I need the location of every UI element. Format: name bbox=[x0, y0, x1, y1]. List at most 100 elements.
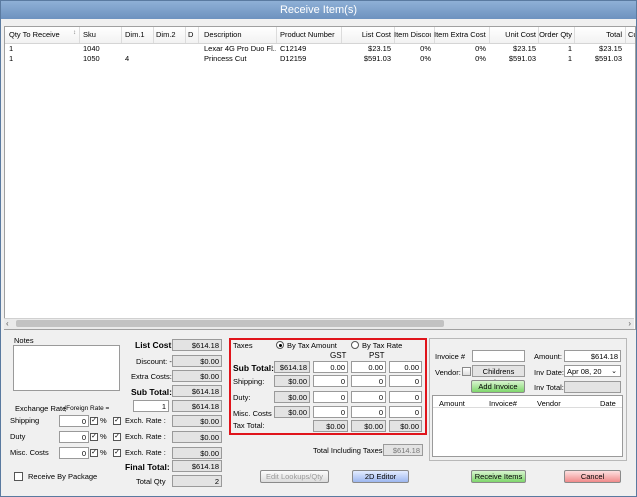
shipping-input[interactable]: 0 bbox=[59, 415, 89, 427]
invoice-col-amount[interactable]: Amount bbox=[439, 399, 465, 408]
total-incl-taxes-value: $614.18 bbox=[383, 444, 423, 456]
col-list-cost[interactable]: List Cost bbox=[341, 30, 391, 39]
duty-exch-checkbox[interactable]: ✓ bbox=[113, 433, 121, 441]
receive-by-package-checkbox[interactable] bbox=[14, 472, 23, 481]
by-tax-rate-label: By Tax Rate bbox=[362, 341, 403, 350]
tax-shipping-gst-input[interactable]: 0 bbox=[313, 375, 348, 387]
scroll-thumb[interactable] bbox=[16, 320, 444, 327]
col-qty-to-receive[interactable]: Qty To Receive bbox=[9, 30, 69, 39]
items-grid[interactable]: Qty To Receive ↕ Sku Dim.1 Dim.2 D Descr… bbox=[4, 26, 636, 330]
tax-subtotal-other-input[interactable]: 0.00 bbox=[389, 361, 422, 373]
edit-lookups-button[interactable]: Edit Lookups/Qty bbox=[260, 470, 329, 483]
tax-total-pst: $0.00 bbox=[351, 420, 386, 432]
sort-icon: ↕ bbox=[73, 30, 76, 36]
col-item-extra-costs[interactable]: Item Extra Costs bbox=[434, 30, 486, 39]
horizontal-scrollbar[interactable]: ‹ › bbox=[4, 318, 634, 329]
notes-label: Notes bbox=[14, 336, 34, 345]
col-sku[interactable]: Sku bbox=[83, 30, 121, 39]
tax-misc-base: $0.00 bbox=[274, 406, 310, 418]
taxes-label: Taxes bbox=[233, 341, 253, 350]
notes-textarea[interactable] bbox=[13, 345, 120, 391]
receive-items-button[interactable]: Receive Items bbox=[471, 470, 526, 483]
shipping-label: Shipping bbox=[10, 416, 40, 425]
invoice-col-vendor[interactable]: Vendor bbox=[537, 399, 561, 408]
extra-costs-value: $0.00 bbox=[172, 370, 222, 382]
tax-duty-label: Duty: bbox=[233, 393, 251, 402]
2d-editor-button[interactable]: 2D Editor bbox=[352, 470, 409, 483]
tax-duty-gst-input[interactable]: 0 bbox=[313, 391, 348, 403]
amount-input[interactable]: $614.18 bbox=[564, 350, 621, 362]
col-unit-cost[interactable]: Unit Cost bbox=[489, 30, 536, 39]
shipping-pct-checkbox[interactable]: ✓ bbox=[90, 417, 98, 425]
scroll-right-icon[interactable]: › bbox=[628, 319, 631, 329]
exchange-rate-sublabel: (Foreign Rate = bbox=[64, 405, 110, 412]
misc-pct-checkbox[interactable]: ✓ bbox=[90, 449, 98, 457]
tax-subtotal-label: Sub Total: bbox=[233, 363, 274, 373]
misc-exch-amount: $0.00 bbox=[172, 447, 222, 459]
col-dim2[interactable]: Dim.2 bbox=[156, 30, 184, 39]
window-title: Receive Item(s) bbox=[1, 1, 636, 19]
pst-column-header: PST bbox=[369, 351, 385, 360]
tax-subtotal-pst-input[interactable]: 0.00 bbox=[351, 361, 386, 373]
gst-column-header: GST bbox=[330, 351, 347, 360]
tax-shipping-pst-input[interactable]: 0 bbox=[351, 375, 386, 387]
col-cu[interactable]: Cu bbox=[628, 30, 635, 39]
duty-pct-checkbox[interactable]: ✓ bbox=[90, 433, 98, 441]
col-dim1[interactable]: Dim.1 bbox=[125, 30, 153, 39]
duty-input[interactable]: 0 bbox=[59, 431, 89, 443]
invoice-number-label: Invoice # bbox=[435, 352, 466, 361]
col-item-discount[interactable]: Item Discount bbox=[394, 30, 431, 39]
tax-total-label: Tax Total: bbox=[233, 421, 265, 430]
invoice-number-input[interactable] bbox=[472, 350, 525, 362]
col-total[interactable]: Total bbox=[574, 30, 622, 39]
tax-total-other: $0.00 bbox=[389, 420, 422, 432]
add-invoice-button[interactable]: Add Invoice bbox=[471, 380, 525, 393]
duty-exch-amount: $0.00 bbox=[172, 431, 222, 443]
tax-misc-pst-input[interactable]: 0 bbox=[351, 406, 386, 418]
by-tax-amount-radio[interactable] bbox=[276, 341, 284, 349]
col-product-number[interactable]: Product Number bbox=[280, 30, 338, 39]
cancel-button[interactable]: Cancel bbox=[564, 470, 621, 483]
scroll-left-icon[interactable]: ‹ bbox=[6, 319, 9, 329]
receive-items-window: Receive Item(s) Qty To Receive ↕ Sku Dim… bbox=[0, 0, 637, 497]
shipping-exch-checkbox[interactable]: ✓ bbox=[113, 417, 121, 425]
total-qty-label: Total Qty bbox=[136, 477, 166, 486]
list-cost-label: List Cost bbox=[135, 340, 172, 350]
tax-duty-pst-input[interactable]: 0 bbox=[351, 391, 386, 403]
col-d[interactable]: D bbox=[188, 30, 196, 39]
tax-subtotal-gst-input[interactable]: 0.00 bbox=[313, 361, 348, 373]
misc-exch-checkbox[interactable]: ✓ bbox=[113, 449, 121, 457]
inv-total-label: Inv Total: bbox=[534, 383, 564, 392]
vendor-label: Vendor: bbox=[435, 368, 461, 377]
tax-duty-other-input[interactable]: 0 bbox=[389, 391, 422, 403]
invoice-col-date[interactable]: Date bbox=[600, 399, 616, 408]
receive-by-package-label: Receive By Package bbox=[28, 472, 98, 481]
exchange-total-value: $614.18 bbox=[172, 400, 222, 412]
exchange-rate-input[interactable]: 1 bbox=[133, 400, 169, 412]
tax-duty-base: $0.00 bbox=[274, 391, 310, 403]
inv-total-value bbox=[564, 381, 621, 393]
duty-label: Duty bbox=[10, 432, 26, 441]
col-description[interactable]: Description bbox=[204, 30, 274, 39]
table-row[interactable]: 1 1040 Lexar 4G Pro Duo Fl... C12149 $23… bbox=[5, 44, 635, 54]
invoice-col-number[interactable]: Invoice# bbox=[489, 399, 517, 408]
by-tax-amount-label: By Tax Amount bbox=[287, 341, 337, 350]
misc-costs-input[interactable]: 0 bbox=[59, 447, 89, 459]
tax-total-gst: $0.00 bbox=[313, 420, 348, 432]
amount-label: Amount: bbox=[534, 352, 562, 361]
invoice-list[interactable]: Amount Invoice# Vendor Date bbox=[432, 395, 623, 457]
chevron-down-icon[interactable]: ⌄ bbox=[611, 366, 617, 377]
tax-misc-other-input[interactable]: 0 bbox=[389, 406, 422, 418]
vendor-value: Childrens Place bbox=[472, 365, 525, 387]
total-qty-value: 2 bbox=[172, 475, 222, 487]
vendor-lookup-icon[interactable] bbox=[462, 367, 471, 376]
tax-shipping-base: $0.00 bbox=[274, 375, 310, 387]
list-cost-value: $614.18 bbox=[172, 339, 222, 351]
inv-date-label: Inv Date: bbox=[534, 368, 565, 377]
table-row[interactable]: 1 1050 4 Princess Cut D12159 $591.03 0% … bbox=[5, 54, 635, 64]
inv-date-picker[interactable]: Apr 08, 20 ⌄ bbox=[564, 365, 621, 377]
tax-misc-gst-input[interactable]: 0 bbox=[313, 406, 348, 418]
by-tax-rate-radio[interactable] bbox=[351, 341, 359, 349]
tax-shipping-other-input[interactable]: 0 bbox=[389, 375, 422, 387]
col-order-qty[interactable]: Order Qty bbox=[538, 30, 572, 39]
